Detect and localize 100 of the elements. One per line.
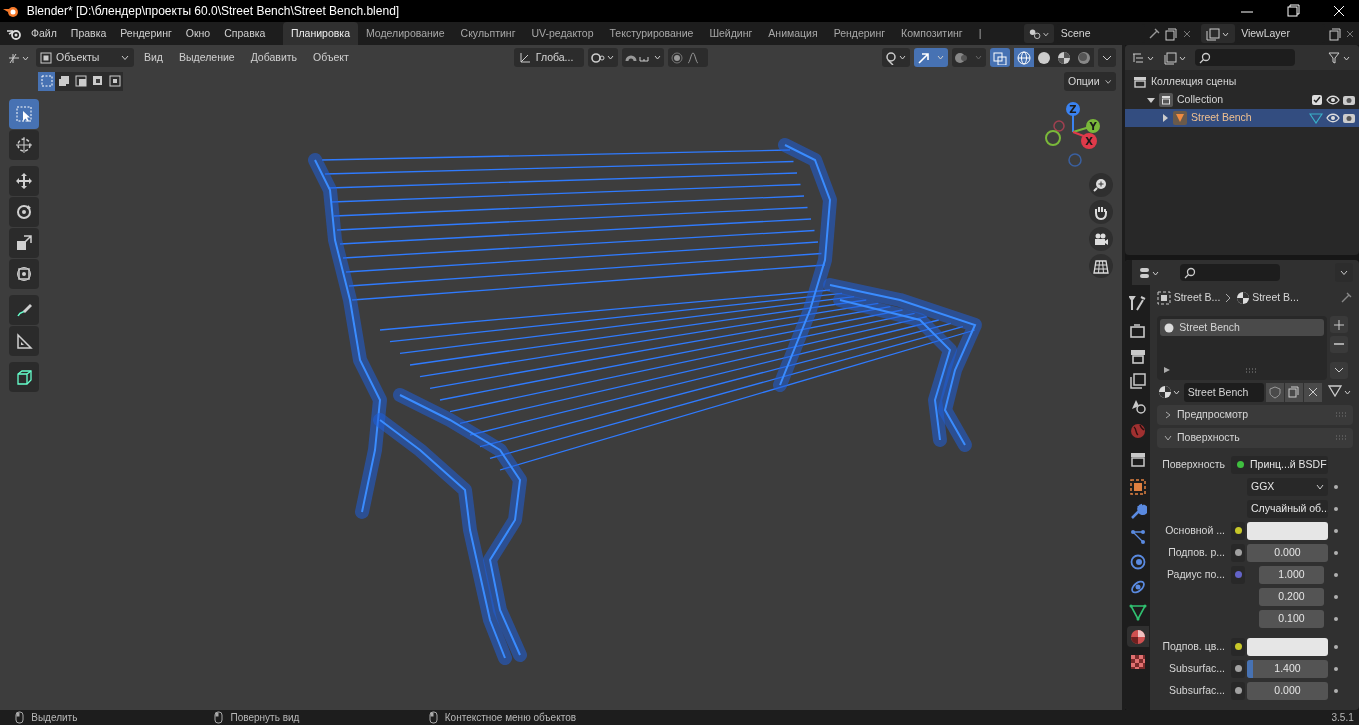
workspace-tab[interactable]: Композитинг xyxy=(893,22,971,45)
workspace-tab[interactable]: Шейдинг xyxy=(701,22,761,45)
shading-button[interactable] xyxy=(1074,48,1094,67)
material-browse-icon[interactable] xyxy=(1157,384,1181,401)
tool-button[interactable] xyxy=(9,295,39,325)
view-navigation-button[interactable] xyxy=(1089,173,1113,197)
keyframe-dot[interactable] xyxy=(1334,506,1338,511)
properties-tab[interactable] xyxy=(1126,626,1149,647)
fake-user-button[interactable] xyxy=(1266,382,1285,402)
proportional-edit-button[interactable] xyxy=(667,48,708,67)
eye-icon[interactable] xyxy=(1325,111,1340,124)
overlay-button[interactable] xyxy=(952,48,986,67)
pivot-button[interactable] xyxy=(587,48,618,67)
eye-icon[interactable] xyxy=(1325,93,1340,106)
material-name-field[interactable]: Street Bench xyxy=(1183,382,1264,402)
workspace-tab[interactable]: | xyxy=(970,22,990,45)
selection-mode-button[interactable] xyxy=(106,71,123,91)
options-chevron-button[interactable] xyxy=(1335,263,1353,282)
tool-button[interactable] xyxy=(9,197,39,227)
material-slot[interactable]: Street Bench xyxy=(1160,319,1324,337)
expanded-arrow-icon[interactable] xyxy=(1147,95,1155,104)
slider-field[interactable]: 1.400 xyxy=(1247,659,1328,678)
tool-button[interactable] xyxy=(9,326,39,356)
unlink-button[interactable] xyxy=(1304,382,1323,402)
search-field[interactable] xyxy=(1195,49,1295,66)
shading-dropdown-button[interactable] xyxy=(1098,48,1116,67)
menu-item[interactable]: Выделение xyxy=(173,49,241,66)
resize-handle-icon[interactable] xyxy=(1245,368,1257,375)
breadcrumb-item[interactable]: Street B... xyxy=(1173,290,1221,306)
panel-header[interactable]: Поверхность xyxy=(1157,427,1353,448)
pin-icon[interactable] xyxy=(1147,26,1162,41)
panel-header[interactable]: Предпросмотр xyxy=(1157,404,1353,425)
snap-button[interactable] xyxy=(621,48,664,67)
mode-dropdown[interactable]: Объекты xyxy=(36,48,134,67)
remove-slot-button[interactable] xyxy=(1329,335,1348,353)
linked-node-field[interactable]: Принц...й BSDF xyxy=(1231,455,1328,474)
keyframe-dot[interactable] xyxy=(1334,594,1338,599)
drag-handle-icon[interactable] xyxy=(1335,411,1347,418)
menu-item[interactable]: Правка xyxy=(63,25,114,42)
xray-button[interactable] xyxy=(990,48,1010,67)
keyframe-dot[interactable] xyxy=(1334,644,1338,649)
camera-icon[interactable] xyxy=(1342,93,1357,106)
slot-menu-button[interactable] xyxy=(1329,361,1348,379)
dropdown-field[interactable]: Случайный об... xyxy=(1247,499,1328,518)
menu-item[interactable]: Объект xyxy=(307,49,355,66)
selection-mode-button[interactable] xyxy=(72,71,89,91)
scene-selector[interactable] xyxy=(1024,24,1055,43)
workspace-tab[interactable]: UV-редактор xyxy=(523,22,602,45)
search-field[interactable] xyxy=(1179,264,1280,281)
view-layer-selector[interactable] xyxy=(1200,24,1235,43)
workspace-tab[interactable]: Текстурирование xyxy=(601,22,702,45)
tool-button[interactable] xyxy=(9,362,39,392)
keyframe-dot[interactable] xyxy=(1334,688,1338,693)
outliner-row[interactable]: Коллекция сцены xyxy=(1125,72,1359,91)
breadcrumb-item[interactable]: Street B... xyxy=(1252,290,1299,306)
menu-item[interactable]: Добавить xyxy=(244,49,304,66)
menu-item[interactable]: Вид xyxy=(138,49,169,66)
tool-button[interactable] xyxy=(9,259,39,289)
tool-button[interactable] xyxy=(9,130,39,160)
color-swatch[interactable] xyxy=(1247,521,1328,540)
shading-button[interactable] xyxy=(1034,48,1054,67)
workspace-tab[interactable]: Планировка xyxy=(282,22,358,45)
color-swatch[interactable] xyxy=(1247,637,1328,656)
menu-item[interactable]: Файл xyxy=(24,25,64,42)
options-dropdown[interactable]: Опции xyxy=(1064,72,1116,91)
checkbox-icon[interactable] xyxy=(1311,93,1324,106)
orientation-dropdown[interactable]: Глоба... xyxy=(513,48,584,67)
view-navigation-button[interactable] xyxy=(1089,254,1113,278)
outliner-row[interactable]: Street Bench xyxy=(1125,108,1359,127)
tool-button[interactable] xyxy=(9,228,39,258)
workspace-tab[interactable]: Рендеринг xyxy=(825,22,894,45)
number-field[interactable]: 0.000 xyxy=(1247,543,1328,562)
menu-item[interactable]: Рендеринг xyxy=(113,25,179,42)
gizmo-toggle-button[interactable] xyxy=(914,48,948,67)
camera-icon[interactable] xyxy=(1342,111,1357,124)
tool-button[interactable] xyxy=(9,166,39,196)
visibility-button[interactable] xyxy=(882,48,910,67)
workspace-tab[interactable]: Скульптинг xyxy=(452,22,524,45)
outliner-row[interactable]: Collection xyxy=(1125,90,1359,109)
selection-mode-button[interactable] xyxy=(38,71,55,91)
keyframe-dot[interactable] xyxy=(1334,666,1338,671)
menu-item[interactable]: Окно xyxy=(178,25,218,42)
keyframe-dot[interactable] xyxy=(1334,616,1338,621)
menu-item[interactable]: Справка xyxy=(217,25,273,42)
copy-icon[interactable] xyxy=(1327,26,1342,41)
workspace-tab[interactable]: Моделирование xyxy=(358,22,453,45)
keyframe-dot[interactable] xyxy=(1334,484,1338,489)
shading-button[interactable] xyxy=(1014,48,1034,67)
duplicate-button[interactable] xyxy=(1285,382,1304,402)
copy-icon[interactable] xyxy=(1164,26,1178,41)
dropdown-field[interactable]: GGX xyxy=(1247,477,1328,496)
number-field[interactable]: 1.000 xyxy=(1259,565,1324,584)
keyframe-dot[interactable] xyxy=(1334,550,1338,555)
number-field[interactable]: 0.100 xyxy=(1259,609,1324,628)
collapsed-arrow-icon[interactable] xyxy=(1161,113,1169,122)
keyframe-dot[interactable] xyxy=(1334,528,1338,533)
keyframe-dot[interactable] xyxy=(1334,572,1338,577)
expand-arrow-icon[interactable] xyxy=(1163,366,1171,375)
number-field[interactable]: 0.000 xyxy=(1247,681,1328,700)
add-slot-button[interactable] xyxy=(1329,316,1348,334)
